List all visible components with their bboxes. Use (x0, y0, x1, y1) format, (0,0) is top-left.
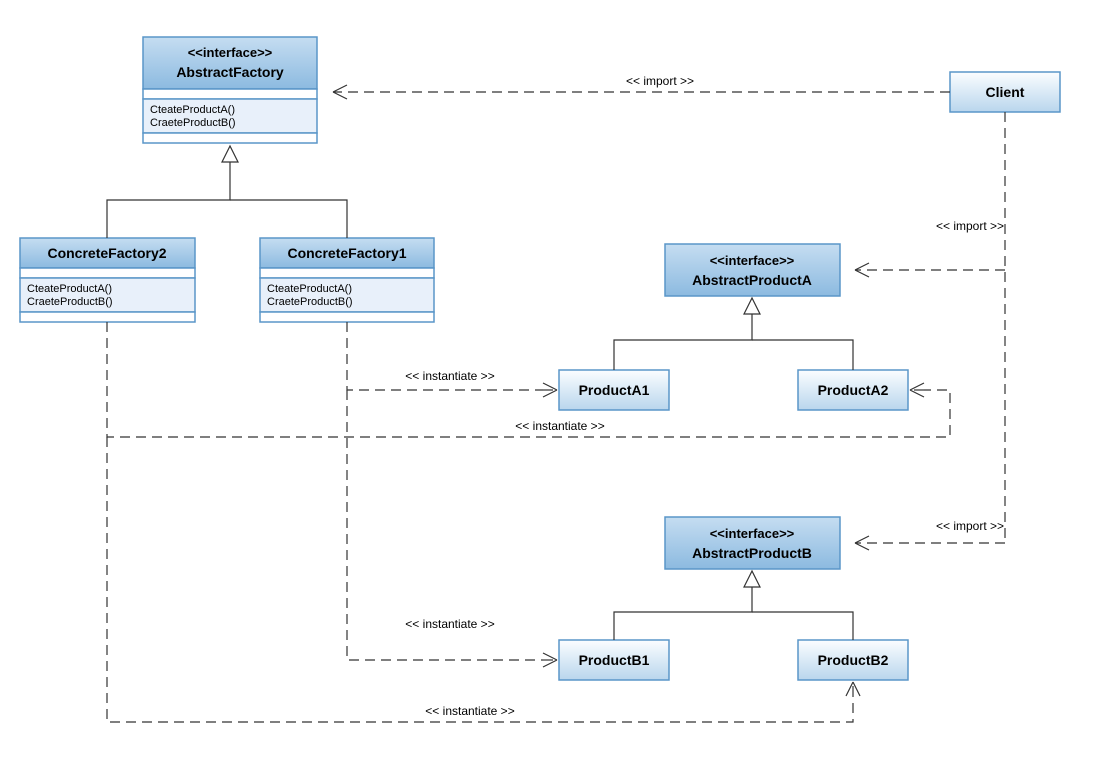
uml-diagram: <<interface>> AbstractFactory CteateProd… (0, 0, 1100, 765)
concrete-factory2-title: ConcreteFactory2 (47, 245, 166, 261)
import-label-2: << import >> (936, 219, 1004, 233)
cf2-inst-pb2 (107, 437, 853, 722)
import-label-3: << import >> (936, 519, 1004, 533)
abstract-product-b-box: <<interface>> AbstractProductB (665, 517, 840, 569)
concrete-factory1-method-2: CraeteProductB() (267, 296, 353, 308)
concrete-factory1-title: ConcreteFactory1 (287, 245, 406, 261)
abstract-product-b-title: AbstractProductB (692, 545, 812, 561)
concrete-factory1-box: ConcreteFactory1 CteateProductA() Craete… (260, 238, 434, 322)
client-box: Client (950, 72, 1060, 112)
concrete-factory2-method-2: CraeteProductB() (27, 296, 113, 308)
pb2-inh-line (752, 612, 853, 640)
abstract-factory-inh-icon (222, 146, 238, 162)
abstract-factory-title: AbstractFactory (176, 64, 284, 80)
import-label-1: << import >> (626, 74, 694, 88)
product-a2-title: ProductA2 (818, 382, 889, 398)
abstract-product-a-box: <<interface>> AbstractProductA (665, 244, 840, 296)
abstract-product-a-stereo: <<interface>> (710, 253, 795, 268)
cf1-inh-line (230, 200, 347, 238)
client-title: Client (986, 84, 1025, 100)
inst-label-4: << instantiate >> (425, 704, 514, 718)
abstract-product-a-title: AbstractProductA (692, 272, 812, 288)
product-a1-box: ProductA1 (559, 370, 669, 410)
product-b2-title: ProductB2 (818, 652, 889, 668)
product-b1-title: ProductB1 (579, 652, 650, 668)
inst-label-3: << instantiate >> (405, 617, 494, 631)
abstract-factory-method-2: CraeteProductB() (150, 117, 236, 129)
pa2-inh-line (752, 340, 853, 370)
cf2-inh-line (107, 162, 230, 238)
abs-prod-a-inh-icon (744, 298, 760, 314)
inst-label-1: << instantiate >> (405, 369, 494, 383)
concrete-factory2-method-1: CteateProductA() (27, 283, 112, 295)
abstract-product-b-stereo: <<interface>> (710, 526, 795, 541)
inst-label-2: << instantiate >> (515, 419, 604, 433)
pb1-inh-line (614, 587, 752, 640)
pa1-inh-line (614, 314, 752, 370)
product-a1-title: ProductA1 (579, 382, 650, 398)
concrete-factory1-method-1: CteateProductA() (267, 283, 352, 295)
abs-prod-b-inh-icon (744, 571, 760, 587)
abstract-factory-method-1: CteateProductA() (150, 104, 235, 116)
product-b1-box: ProductB1 (559, 640, 669, 680)
abstract-factory-box: <<interface>> AbstractFactory CteateProd… (143, 37, 317, 143)
product-b2-box: ProductB2 (798, 640, 908, 680)
concrete-factory2-box: ConcreteFactory2 CteateProductA() Craete… (20, 238, 195, 322)
product-a2-box: ProductA2 (798, 370, 908, 410)
abstract-factory-stereo: <<interface>> (188, 45, 273, 60)
